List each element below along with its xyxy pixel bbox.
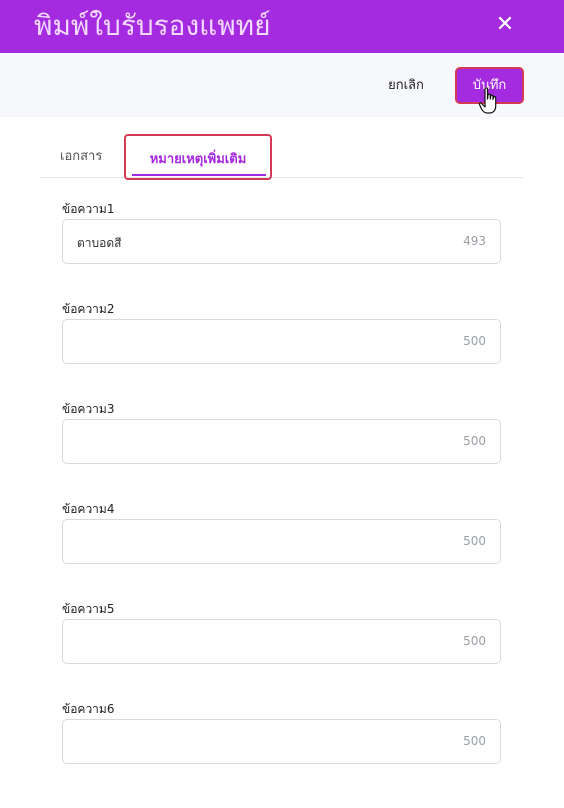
field-label: ข้อความ1: [62, 202, 115, 216]
char-counter: 500: [463, 634, 486, 648]
tab-bar: เอกสาร หมายเหตุเพิ่มเติม: [40, 133, 524, 180]
char-counter: 493: [463, 234, 486, 248]
tab-additional-notes-highlight: หมายเหตุเพิ่มเติม: [124, 134, 272, 180]
dialog-header: พิมพ์ใบรับรองแพทย์ ✕: [0, 0, 564, 53]
input-value: ตาบอดสี: [77, 236, 122, 250]
message-input-2[interactable]: 500: [62, 319, 501, 364]
char-counter: 500: [463, 334, 486, 348]
char-counter: 500: [463, 434, 486, 448]
cancel-button[interactable]: ยกเลิก: [379, 75, 433, 97]
close-icon[interactable]: ✕: [494, 14, 516, 36]
message-input-4[interactable]: 500: [62, 519, 501, 564]
tab-additional-notes[interactable]: หมายเหตุเพิ่มเติม: [126, 148, 270, 169]
field-label: ข้อความ6: [62, 702, 115, 716]
char-counter: 500: [463, 534, 486, 548]
char-counter: 500: [463, 734, 486, 748]
hand-cursor-icon: [478, 87, 497, 114]
dialog-title: พิมพ์ใบรับรองแพทย์: [34, 9, 271, 42]
message-input-5[interactable]: 500: [62, 619, 501, 664]
active-tab-indicator: [132, 174, 266, 176]
message-input-1[interactable]: ตาบอดสี 493: [62, 219, 501, 264]
field-label: ข้อความ4: [62, 502, 115, 516]
field-label: ข้อความ3: [62, 402, 115, 416]
message-input-6[interactable]: 500: [62, 719, 501, 764]
tab-documents[interactable]: เอกสาร: [60, 145, 102, 166]
message-input-3[interactable]: 500: [62, 419, 501, 464]
field-label: ข้อความ2: [62, 302, 115, 316]
field-label: ข้อความ5: [62, 602, 115, 616]
